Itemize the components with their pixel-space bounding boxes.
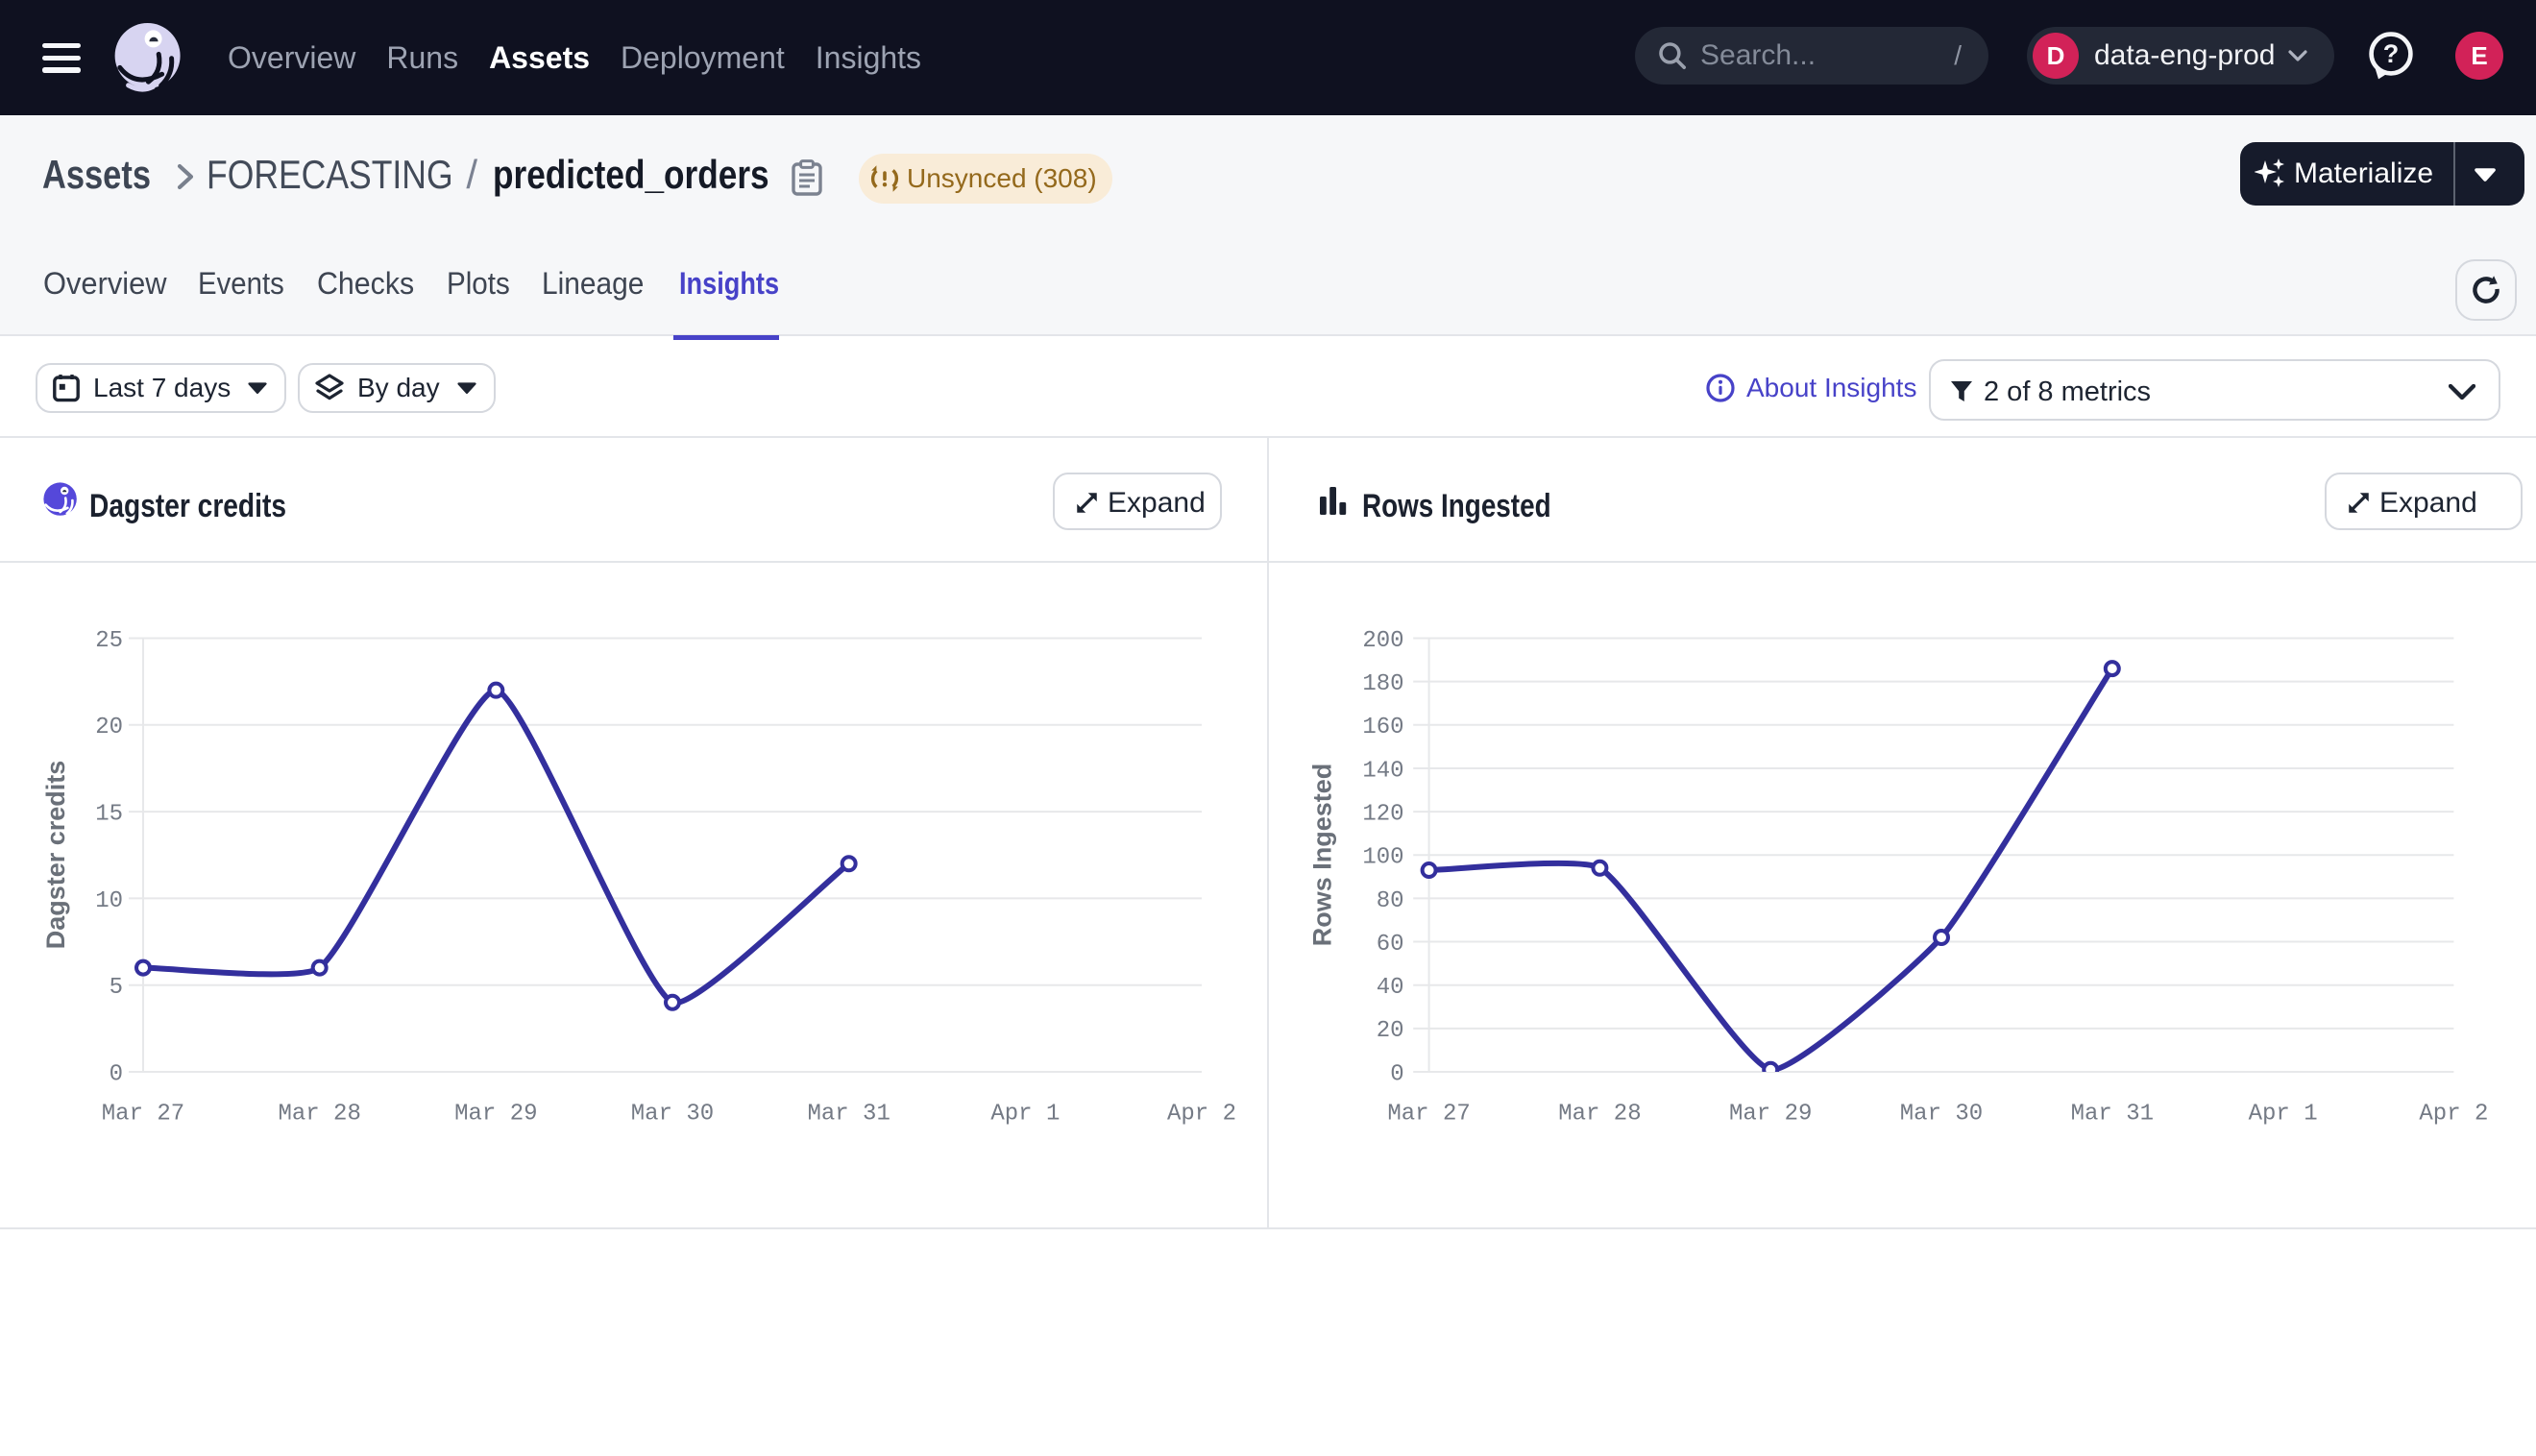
svg-text:Mar 31: Mar 31 [2071,1101,2154,1127]
svg-text:Mar 30: Mar 30 [1900,1101,1983,1127]
svg-text:Dagster credits: Dagster credits [41,761,70,950]
svg-text:Mar 29: Mar 29 [454,1101,537,1127]
svg-text:Mar 27: Mar 27 [1387,1101,1470,1127]
svg-text:140: 140 [1362,758,1403,784]
svg-text:5: 5 [110,975,123,1001]
svg-text:200: 200 [1362,628,1403,654]
svg-text:Mar 30: Mar 30 [631,1101,714,1127]
svg-text:Apr 2: Apr 2 [2419,1101,2488,1127]
svg-text:Apr 1: Apr 1 [990,1101,1060,1127]
svg-text:40: 40 [1377,975,1404,1001]
svg-text:?: ? [2383,39,2400,68]
svg-text:180: 180 [1362,671,1403,697]
svg-text:120: 120 [1362,802,1403,828]
svg-text:Mar 29: Mar 29 [1729,1101,1812,1127]
svg-text:60: 60 [1377,932,1404,958]
svg-text:15: 15 [95,802,123,828]
svg-text:Apr 1: Apr 1 [2249,1101,2318,1127]
svg-text:Mar 27: Mar 27 [102,1101,184,1127]
svg-text:Apr 2: Apr 2 [1167,1101,1236,1127]
svg-text:20: 20 [95,715,123,740]
svg-text:25: 25 [95,628,123,654]
svg-text:10: 10 [95,888,123,914]
svg-text:100: 100 [1362,845,1403,871]
svg-text:20: 20 [1377,1018,1404,1044]
svg-text:0: 0 [110,1061,123,1087]
svg-text:80: 80 [1377,888,1404,914]
svg-text:Rows Ingested: Rows Ingested [1307,764,1336,947]
svg-text:160: 160 [1362,715,1403,740]
svg-text:Mar 28: Mar 28 [278,1101,360,1127]
svg-text:Mar 28: Mar 28 [1558,1101,1641,1127]
svg-text:0: 0 [1390,1061,1403,1087]
svg-text:Mar 31: Mar 31 [807,1101,890,1127]
